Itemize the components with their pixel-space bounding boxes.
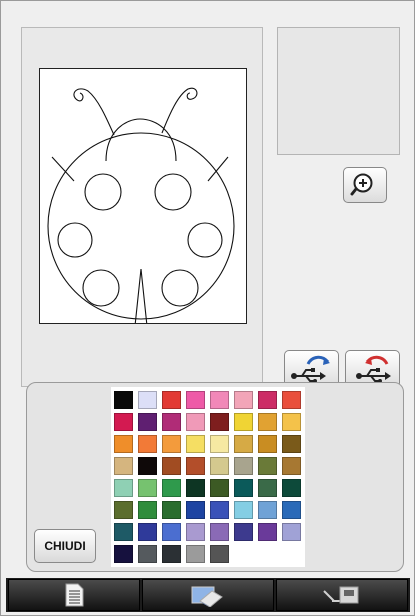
color-swatch[interactable] [258,413,277,431]
color-swatch[interactable] [282,413,301,431]
tab-document[interactable] [8,579,140,611]
color-swatch[interactable] [186,479,205,497]
color-swatch[interactable] [162,457,181,475]
color-swatch[interactable] [162,413,181,431]
drawing-area[interactable] [39,68,247,324]
document-icon [65,583,84,607]
sewing-machine-icon [323,586,359,604]
color-palette [111,387,305,567]
color-swatch[interactable] [162,391,181,409]
color-swatch[interactable] [114,479,133,497]
tab-eraser[interactable] [142,579,274,611]
color-swatch[interactable] [186,501,205,519]
drawing-canvas-panel[interactable] [21,27,263,387]
zoom-in-icon [350,173,373,196]
color-swatch[interactable] [186,435,205,453]
color-swatch[interactable] [114,435,133,453]
color-swatch[interactable] [162,435,181,453]
color-swatch[interactable] [234,523,253,541]
usb-load-icon [355,355,391,383]
color-swatch[interactable] [210,545,229,563]
color-swatch[interactable] [138,523,157,541]
color-swatch[interactable] [282,457,301,475]
color-swatch[interactable] [138,435,157,453]
close-button[interactable]: CHIUDI [34,529,96,563]
color-swatch[interactable] [138,545,157,563]
color-swatch[interactable] [162,501,181,519]
color-swatch[interactable] [138,413,157,431]
color-swatch[interactable] [258,523,277,541]
color-swatch[interactable] [162,545,181,563]
color-swatch[interactable] [114,457,133,475]
ladybug-drawing [47,87,235,323]
color-swatch[interactable] [258,435,277,453]
color-swatch[interactable] [186,457,205,475]
color-swatch[interactable] [210,457,229,475]
color-swatch[interactable] [114,413,133,431]
color-swatch[interactable] [186,413,205,431]
color-swatch[interactable] [186,545,205,563]
color-swatch[interactable] [162,523,181,541]
color-swatch[interactable] [234,391,253,409]
preview-area [277,27,400,155]
color-swatch[interactable] [210,413,229,431]
color-swatch[interactable] [138,479,157,497]
color-swatch[interactable] [282,391,301,409]
color-swatch[interactable] [210,501,229,519]
color-swatch[interactable] [258,479,277,497]
color-swatch[interactable] [234,479,253,497]
color-swatch[interactable] [258,501,277,519]
color-swatch[interactable] [234,435,253,453]
bottom-toolbar [6,578,410,612]
color-swatch[interactable] [234,413,253,431]
app-frame: CHIUDI [0,0,415,616]
color-swatch[interactable] [210,523,229,541]
color-swatch[interactable] [258,391,277,409]
color-swatch[interactable] [186,391,205,409]
color-palette-popup: CHIUDI [26,382,404,572]
color-swatch[interactable] [258,457,277,475]
color-swatch[interactable] [210,435,229,453]
color-swatch[interactable] [114,501,133,519]
tab-sewing-machine[interactable] [276,579,408,611]
color-swatch[interactable] [234,501,253,519]
color-swatch[interactable] [138,391,157,409]
usb-save-icon [290,355,330,383]
color-swatch[interactable] [162,479,181,497]
color-swatch[interactable] [234,457,253,475]
eraser-icon [191,586,223,607]
zoom-button[interactable] [343,167,387,203]
color-swatch[interactable] [282,523,301,541]
color-swatch[interactable] [210,479,229,497]
color-swatch[interactable] [138,501,157,519]
color-swatch[interactable] [210,391,229,409]
color-swatch[interactable] [114,545,133,563]
color-swatch[interactable] [282,501,301,519]
color-swatch[interactable] [282,435,301,453]
color-swatch[interactable] [282,479,301,497]
color-swatch[interactable] [114,391,133,409]
color-swatch[interactable] [138,457,157,475]
color-swatch[interactable] [114,523,133,541]
color-swatch[interactable] [186,523,205,541]
